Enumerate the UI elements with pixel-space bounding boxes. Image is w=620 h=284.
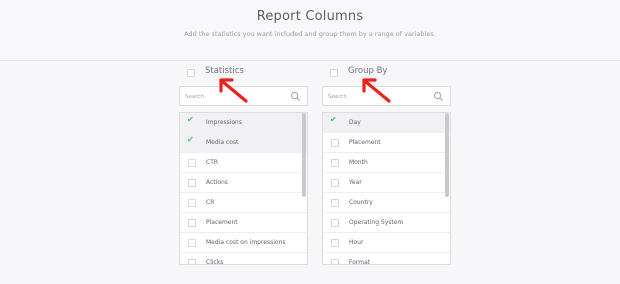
list-item-label: Day	[349, 119, 361, 126]
group-by-title: Group By	[348, 66, 388, 76]
list-item[interactable]: ✔ Impressions	[180, 113, 307, 133]
list-item[interactable]: Format	[323, 253, 450, 265]
list-item[interactable]: CR	[180, 193, 307, 213]
search-icon[interactable]	[433, 91, 444, 102]
list-item-label: CTR	[206, 159, 219, 166]
red-arrow-icon	[219, 78, 248, 103]
statistics-select-all-checkbox[interactable]	[187, 69, 195, 77]
list-item-label: Year	[349, 179, 362, 186]
list-item[interactable]: CTR	[180, 153, 307, 173]
list-item[interactable]: Year	[323, 173, 450, 193]
item-checkbox[interactable]	[188, 239, 196, 247]
list-item-label: Media cost on impressions	[206, 239, 286, 246]
item-checkbox[interactable]	[188, 199, 196, 207]
list-item-label: Operating System	[349, 219, 404, 226]
item-checkbox[interactable]	[331, 259, 339, 264]
group-by-select-all-checkbox[interactable]	[330, 69, 338, 77]
statistics-title: Statistics	[205, 66, 244, 76]
item-checkbox[interactable]	[331, 219, 339, 227]
page-title: Report Columns	[256, 9, 364, 24]
list-item[interactable]: Placement	[180, 213, 307, 233]
list-item-label: Actions	[206, 179, 228, 186]
list-item[interactable]: Hour	[323, 233, 450, 253]
list-item-label: Placement	[206, 219, 238, 226]
page-subtitle: Add the statistics you want included and…	[184, 30, 436, 38]
item-checkbox[interactable]	[331, 159, 339, 167]
list-item-label: Placement	[349, 139, 381, 146]
list-item[interactable]: ✔ Day	[323, 113, 450, 133]
list-item[interactable]: Country	[323, 193, 450, 213]
item-checkbox[interactable]	[188, 159, 196, 167]
list-item-label: CR	[206, 199, 215, 206]
list-item[interactable]: ✔ Media cost	[180, 133, 307, 153]
checkmark-icon[interactable]: ✔	[187, 116, 194, 124]
list-item-label: Country	[349, 199, 373, 206]
group-by-list[interactable]: Format Hour Operating System Country Year Mon…	[322, 112, 451, 265]
item-checkbox[interactable]	[331, 139, 339, 147]
list-item-label: Clicks	[206, 259, 224, 265]
item-checkbox[interactable]	[188, 179, 196, 187]
list-item[interactable]: Operating System	[323, 213, 450, 233]
group-by-scrollbar[interactable]	[445, 113, 449, 197]
item-checkbox[interactable]	[331, 199, 339, 207]
list-item[interactable]: Media cost on impressions	[180, 233, 307, 253]
item-checkbox[interactable]	[188, 259, 196, 264]
search-icon[interactable]	[290, 91, 301, 102]
item-checkbox[interactable]	[331, 179, 339, 187]
report-columns-header: Report Columns Add the statistics you wa…	[0, 0, 620, 61]
item-checkbox[interactable]	[331, 239, 339, 247]
list-item-label: Month	[349, 159, 368, 166]
list-item-label: Impressions	[206, 119, 242, 126]
item-checkbox[interactable]	[188, 219, 196, 227]
checkmark-icon[interactable]: ✔	[187, 136, 194, 144]
checkmark-icon[interactable]: ✔	[330, 116, 337, 124]
list-item[interactable]: Placement	[323, 133, 450, 153]
list-item-label: Media cost	[206, 139, 239, 146]
statistics-list[interactable]: Clicks Media cost on impressions Placement…	[179, 112, 308, 265]
list-item[interactable]: Month	[323, 153, 450, 173]
list-item[interactable]: Actions	[180, 173, 307, 193]
statistics-scrollbar[interactable]	[302, 113, 306, 197]
list-item-label: Hour	[349, 239, 364, 246]
list-item-label: Format	[349, 259, 371, 265]
list-item[interactable]: Clicks	[180, 253, 307, 265]
red-arrow-icon	[362, 78, 391, 103]
